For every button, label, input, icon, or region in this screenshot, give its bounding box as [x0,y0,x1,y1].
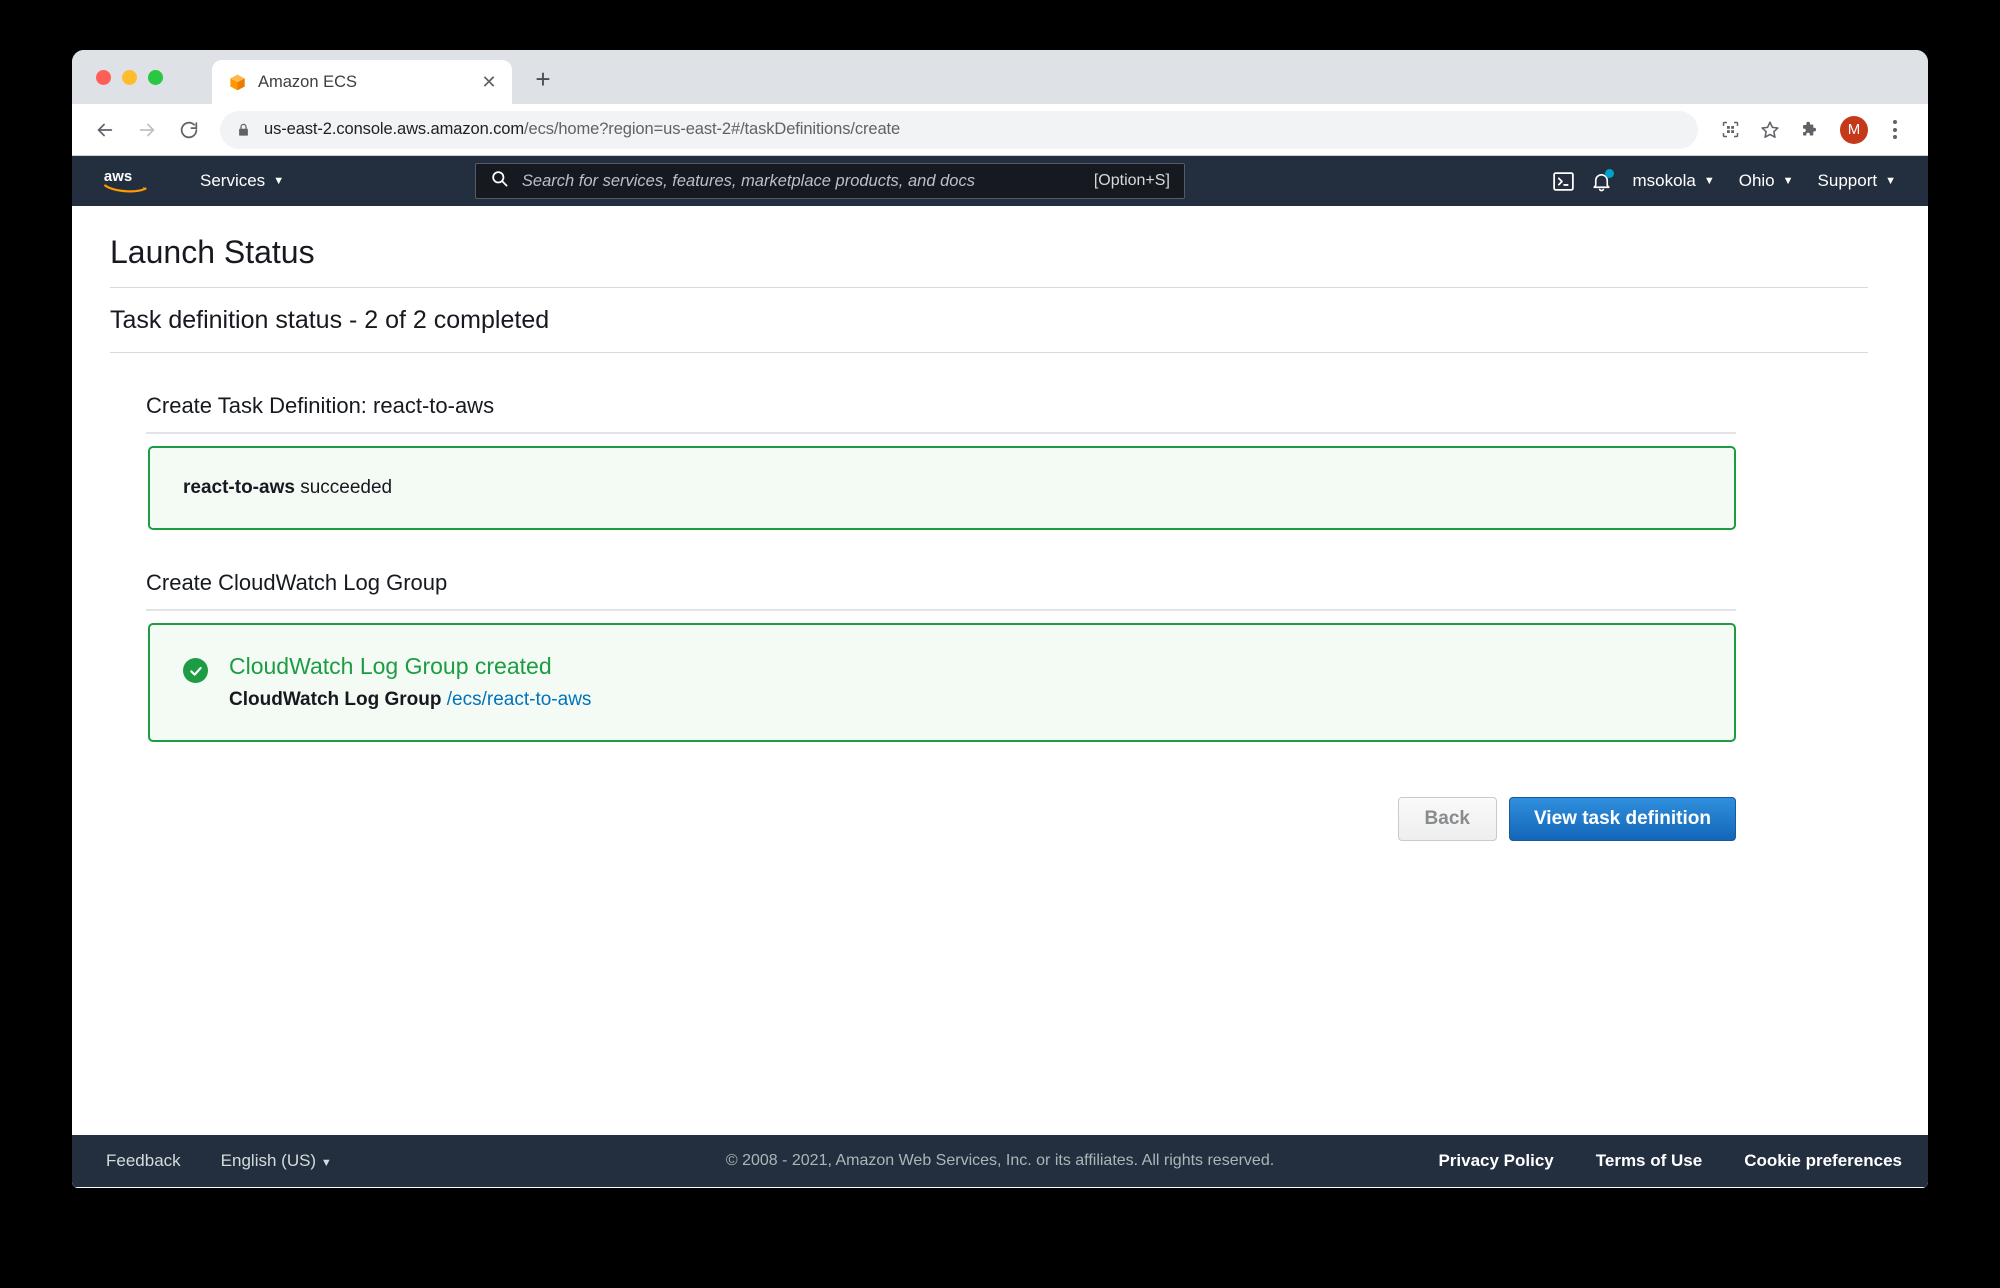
kebab-menu-icon[interactable] [1880,112,1910,148]
close-window-button[interactable] [96,70,111,85]
status-panel-log-group: CloudWatch Log Group created CloudWatch … [148,623,1736,742]
status-resource-name: react-to-aws [183,477,295,498]
log-group-label: CloudWatch Log Group [229,689,441,710]
region-label: Ohio [1739,171,1775,191]
aws-top-navigation: aws Services ▼ Search for services, feat… [72,156,1928,206]
success-row: CloudWatch Log Group created CloudWatch … [183,653,1734,711]
window-traffic-lights [96,70,163,85]
divider [146,432,1736,434]
status-panel-task-definition: react-to-aws succeeded [148,446,1736,530]
privacy-policy-link[interactable]: Privacy Policy [1438,1151,1553,1171]
close-icon[interactable]: ✕ [478,71,500,93]
browser-window: Amazon ECS ✕ + us-east-2.console.aws.ama… [72,50,1928,1188]
log-group-link[interactable]: /ecs/react-to-aws [447,689,592,710]
view-task-definition-button[interactable]: View task definition [1509,797,1736,841]
footer-left-group: Feedback English (US) ▼ [106,1151,332,1171]
task-status-subtitle: Task definition status - 2 of 2 complete… [72,288,1928,352]
language-label: English (US) [221,1151,316,1170]
success-check-icon [183,658,208,683]
browser-tab-strip: Amazon ECS ✕ + [72,50,1928,104]
section-heading-log-group: Create CloudWatch Log Group [72,530,1928,609]
region-menu[interactable]: Ohio ▼ [1729,165,1804,197]
aws-footer: Feedback English (US) ▼ © 2008 - 2021, A… [72,1135,1928,1187]
maximize-window-button[interactable] [148,70,163,85]
account-menu[interactable]: msokola ▼ [1623,165,1725,197]
status-result-text: succeeded [295,477,392,498]
account-label: msokola [1633,171,1696,191]
svg-text:aws: aws [104,168,132,185]
chevron-down-icon: ▼ [1783,176,1794,187]
qr-code-icon[interactable] [1712,112,1748,148]
success-text-block: CloudWatch Log Group created CloudWatch … [229,653,591,711]
feedback-link[interactable]: Feedback [106,1151,181,1171]
services-menu[interactable]: Services ▼ [190,165,294,197]
cookie-preferences-link[interactable]: Cookie preferences [1744,1151,1902,1171]
reload-button[interactable] [170,111,208,149]
success-title: CloudWatch Log Group created [229,653,591,680]
divider [146,609,1736,611]
status-message: react-to-aws succeeded [183,477,392,499]
notification-badge [1605,169,1614,178]
page-title: Launch Status [72,206,1928,287]
aws-search-shortcut: [Option+S] [1094,172,1170,190]
chevron-down-icon: ▼ [1885,176,1896,187]
bookmark-star-icon[interactable] [1752,112,1788,148]
chevron-down-icon: ▼ [1704,176,1715,187]
search-icon [490,169,509,193]
notifications-bell-icon[interactable] [1585,164,1619,198]
lock-icon [236,122,251,138]
url-host: us-east-2.console.aws.amazon.com [264,120,524,138]
aws-logo[interactable]: aws [100,165,152,197]
back-button[interactable] [86,111,124,149]
support-menu[interactable]: Support ▼ [1808,165,1906,197]
minimize-window-button[interactable] [122,70,137,85]
address-bar[interactable]: us-east-2.console.aws.amazon.com/ecs/hom… [220,111,1698,149]
forward-button[interactable] [128,111,166,149]
aws-nav-right-group: msokola ▼ Ohio ▼ Support ▼ [1547,164,1906,198]
back-button[interactable]: Back [1398,797,1497,841]
browser-tab-amazon-ecs[interactable]: Amazon ECS ✕ [212,60,512,104]
terms-of-use-link[interactable]: Terms of Use [1596,1151,1702,1171]
language-selector[interactable]: English (US) ▼ [221,1151,332,1171]
browser-tab-title: Amazon ECS [258,73,467,92]
avatar[interactable]: M [1840,116,1868,144]
new-tab-button[interactable]: + [528,64,558,94]
ecs-cube-icon [228,73,247,92]
aws-search-placeholder: Search for services, features, marketpla… [522,172,1081,191]
action-buttons: Back View task definition [72,797,1736,841]
aws-console-page: aws Services ▼ Search for services, feat… [72,156,1928,1187]
browser-toolbar: us-east-2.console.aws.amazon.com/ecs/hom… [72,104,1928,156]
section-heading-task-definition: Create Task Definition: react-to-aws [72,353,1928,432]
success-detail: CloudWatch Log Group /ecs/react-to-aws [229,689,591,711]
support-label: Support [1818,171,1878,191]
url-path: /ecs/home?region=us-east-2#/taskDefiniti… [524,120,900,138]
extensions-puzzle-icon[interactable] [1792,112,1828,148]
main-content: Launch Status Task definition status - 2… [72,206,1928,1135]
footer-right-group: Privacy Policy Terms of Use Cookie prefe… [1438,1151,1902,1171]
chevron-down-icon: ▼ [321,1157,332,1169]
address-bar-url: us-east-2.console.aws.amazon.com/ecs/hom… [264,120,900,139]
aws-search-input[interactable]: Search for services, features, marketpla… [475,163,1185,199]
cloudshell-icon[interactable] [1547,164,1581,198]
services-label: Services [200,171,265,191]
chevron-down-icon: ▼ [273,176,284,187]
